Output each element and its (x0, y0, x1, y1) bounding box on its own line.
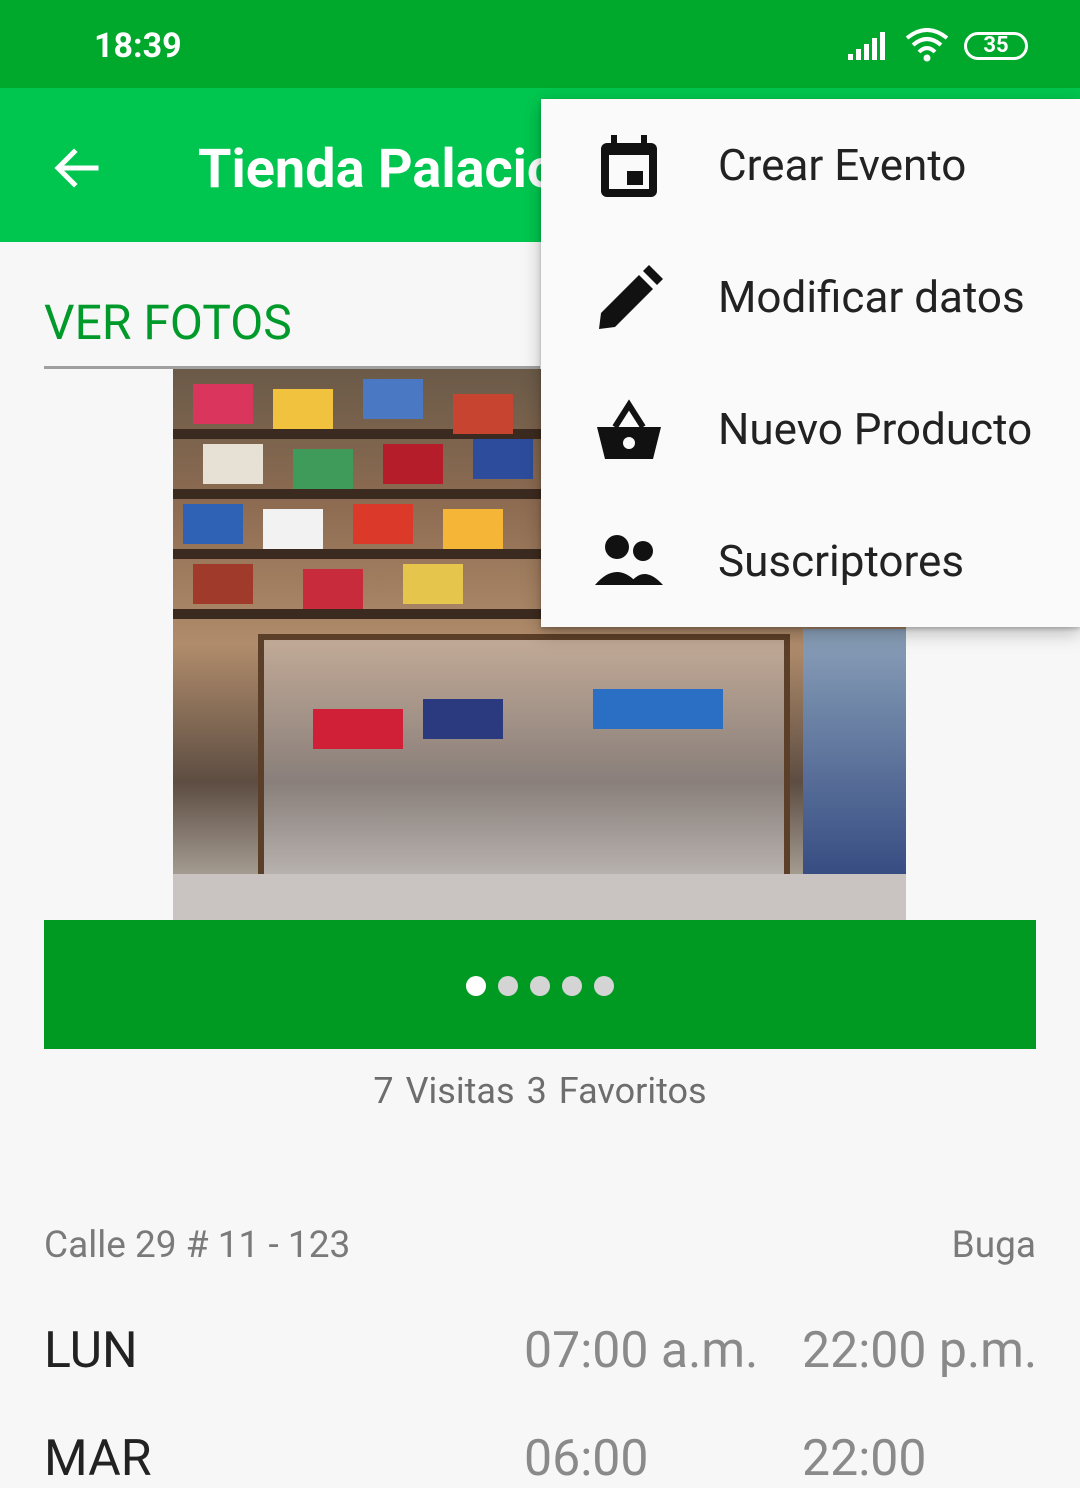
menu-item-suscriptores[interactable]: Suscriptores (541, 495, 1080, 627)
menu-item-nuevo-producto[interactable]: Nuevo Producto (541, 363, 1080, 495)
menu-item-modificar-datos[interactable]: Modificar datos (541, 231, 1080, 363)
status-time: 18:39 (94, 26, 182, 66)
tab-ver-fotos[interactable]: VER FOTOS (44, 294, 292, 351)
wifi-icon (905, 28, 949, 62)
menu-item-crear-evento[interactable]: Crear Evento (541, 99, 1080, 231)
schedule-open-time: 07:00 a.m. (524, 1322, 759, 1380)
overflow-menu: Crear Evento Modificar datos Nuevo Produ… (541, 99, 1080, 627)
menu-label: Nuevo Producto (718, 403, 1033, 455)
city-text: Buga (951, 1224, 1036, 1267)
status-bar: 18:39 35 (0, 0, 1080, 88)
carousel-dot[interactable] (594, 976, 614, 996)
basket-icon (597, 399, 661, 459)
schedule-open-time: 06:00 (524, 1430, 649, 1488)
schedule-day: MAR (44, 1430, 152, 1488)
favorites-count: 3 (526, 1070, 547, 1112)
address-text: Calle 29 # 11 - 123 (44, 1224, 351, 1267)
stats-row: 7 Visitas 3 Favoritos (0, 1070, 1080, 1112)
battery-icon: 35 (964, 32, 1028, 60)
carousel-dots[interactable] (466, 976, 614, 996)
carousel-dot[interactable] (530, 976, 550, 996)
visits-label: Visitas (405, 1070, 515, 1112)
calendar-icon (601, 135, 657, 197)
menu-label: Crear Evento (718, 139, 967, 191)
favorites-label: Favoritos (558, 1070, 707, 1112)
visits-count: 7 (373, 1070, 394, 1112)
signal-icon (848, 32, 885, 60)
back-arrow-icon[interactable] (52, 144, 100, 192)
carousel-dot[interactable] (562, 976, 582, 996)
carousel-dot[interactable] (498, 976, 518, 996)
menu-label: Modificar datos (718, 271, 1025, 323)
pencil-icon (599, 265, 663, 329)
page-title: Tienda Palacio (198, 138, 558, 201)
menu-label: Suscriptores (718, 535, 965, 587)
schedule-close-time: 22:00 (802, 1430, 927, 1488)
carousel-dot[interactable] (466, 976, 486, 996)
schedule-close-time: 22:00 p.m. (802, 1322, 1038, 1380)
people-icon (595, 535, 663, 585)
schedule-day: LUN (44, 1322, 138, 1380)
